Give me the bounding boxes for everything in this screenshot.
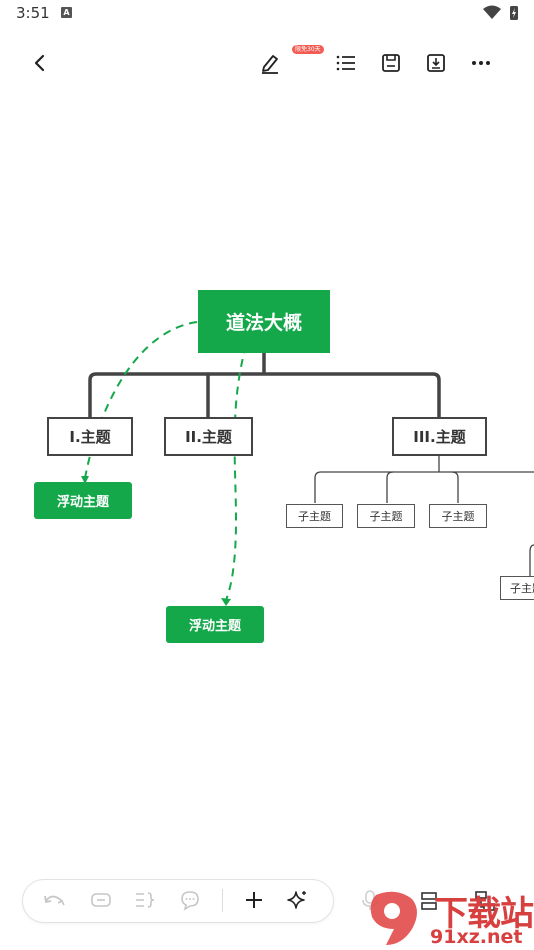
sparkle-icon (287, 891, 306, 909)
summary-bracket-icon (136, 892, 155, 908)
subtopic-node[interactable]: 子主题 (500, 576, 534, 600)
undo-icon (44, 895, 65, 906)
ai-button[interactable] (283, 885, 313, 915)
topic-button[interactable] (86, 885, 116, 915)
topic-node[interactable]: I.主题 (47, 417, 133, 456)
subtopic-node[interactable]: 子主题 (286, 504, 343, 528)
floating-topic[interactable]: 浮动主题 (166, 606, 264, 643)
summary-button[interactable] (130, 885, 160, 915)
topic-node[interactable]: III.主题 (392, 417, 487, 456)
subtopic-node[interactable]: 子主题 (357, 504, 415, 528)
comment-button[interactable] (175, 885, 205, 915)
comment-icon (181, 891, 199, 911)
watermark-url: 91xz.net (430, 926, 523, 948)
topic-node[interactable]: II.主题 (164, 417, 253, 456)
plus-icon (246, 892, 262, 908)
topic-box-icon (91, 893, 111, 907)
add-button[interactable] (239, 885, 269, 915)
undo-button[interactable] (39, 885, 69, 915)
toolbar-divider (222, 889, 223, 912)
floating-topic[interactable]: 浮动主题 (34, 482, 132, 519)
watermark-logo (370, 891, 417, 945)
root-topic[interactable]: 道法大概 (198, 290, 330, 353)
mindmap-connectors (81, 321, 534, 606)
subtopic-node[interactable]: 子主题 (429, 504, 487, 528)
